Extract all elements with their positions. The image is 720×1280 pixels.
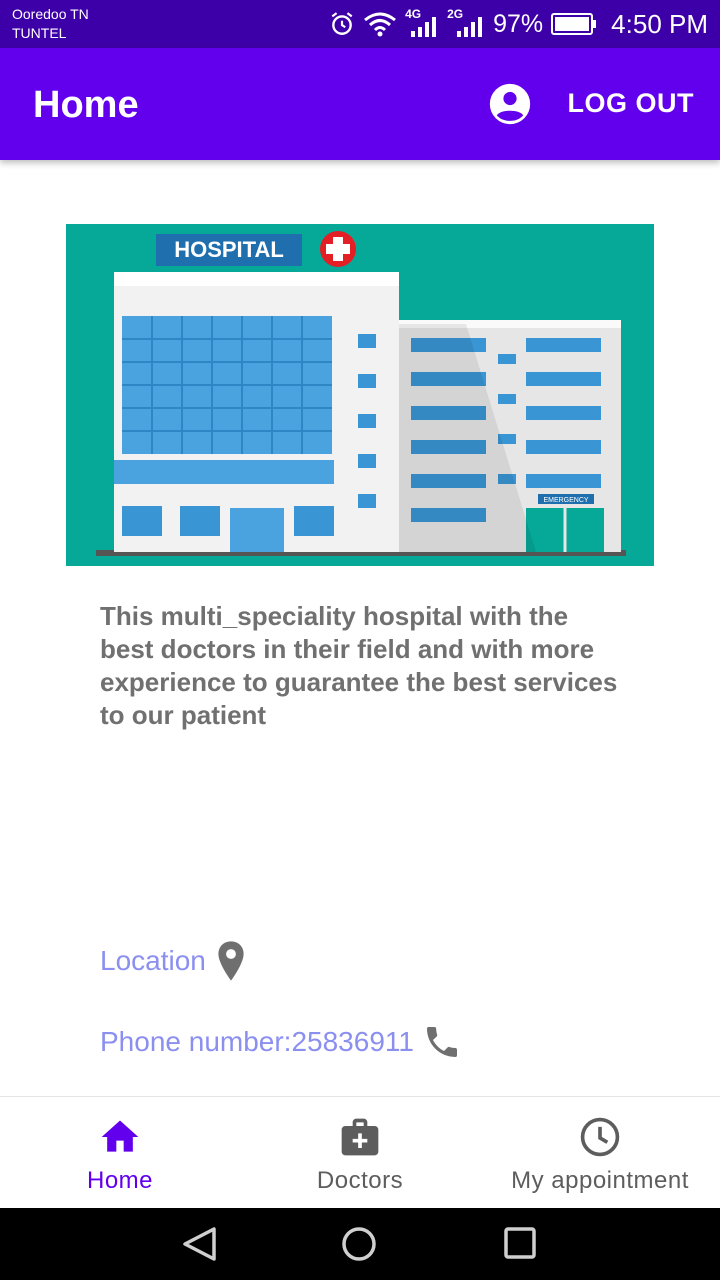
- carrier-name: Ooredoo TN: [12, 6, 89, 22]
- medical-bag-icon: [341, 1118, 379, 1156]
- hospital-image: HOSPITAL EMERGENCY: [66, 224, 654, 566]
- page-title: Home: [33, 84, 139, 126]
- battery-percent: 97%: [493, 9, 544, 38]
- carrier-sub: TUNTEL: [12, 25, 67, 41]
- phone-icon[interactable]: [422, 1022, 462, 1062]
- location-link[interactable]: Location: [100, 940, 248, 982]
- carrier-info: Ooredoo TN TUNTEL: [12, 5, 89, 43]
- status-bar: Ooredoo TN TUNTEL 4G 2G 97% 4:50 PM: [0, 0, 720, 48]
- emergency-sign-text: EMERGENCY: [543, 497, 588, 504]
- nav-item-my-appointment[interactable]: My appointment: [480, 1097, 720, 1209]
- nav-item-home[interactable]: Home: [0, 1097, 240, 1209]
- phone-link[interactable]: Phone number:25836911: [100, 1022, 462, 1062]
- home-icon: [101, 1120, 139, 1152]
- nav-label-home: Home: [86, 1167, 154, 1194]
- bottom-navigation: Home Doctors My appointment: [0, 1096, 720, 1209]
- signal-icon: [411, 17, 437, 37]
- back-icon[interactable]: [180, 1226, 220, 1262]
- nav-item-doctors[interactable]: Doctors: [240, 1097, 480, 1209]
- home-circle-icon[interactable]: [340, 1226, 378, 1264]
- battery-icon: [551, 13, 597, 35]
- alarm-icon: [331, 12, 353, 35]
- nav-label-doctors: Doctors: [316, 1167, 404, 1194]
- location-pin-icon[interactable]: [214, 940, 248, 982]
- account-icon[interactable]: [488, 82, 532, 126]
- location-label: Location: [100, 945, 206, 976]
- logout-button[interactable]: LOG OUT: [568, 88, 695, 119]
- hospital-sign-text: HOSPITAL: [174, 237, 284, 262]
- clock-time: 4:50 PM: [611, 8, 708, 39]
- signal-icon: [457, 17, 483, 37]
- system-navigation-bar: [0, 1208, 720, 1280]
- signal-2g: 2G: [447, 7, 485, 39]
- signal-4g: 4G: [405, 7, 439, 39]
- hospital-description: This multi_speciality hospital with the …: [100, 601, 618, 730]
- phone-label: Phone number:25836911: [100, 1026, 414, 1057]
- recents-icon[interactable]: [502, 1226, 538, 1262]
- app-bar: Home LOG OUT: [0, 48, 720, 160]
- status-icons: 4G 2G 97% 4:50 PM: [329, 6, 708, 42]
- clock-icon: [580, 1117, 620, 1157]
- wifi-icon: [364, 12, 397, 37]
- nav-label-my-appointment: My appointment: [511, 1167, 689, 1194]
